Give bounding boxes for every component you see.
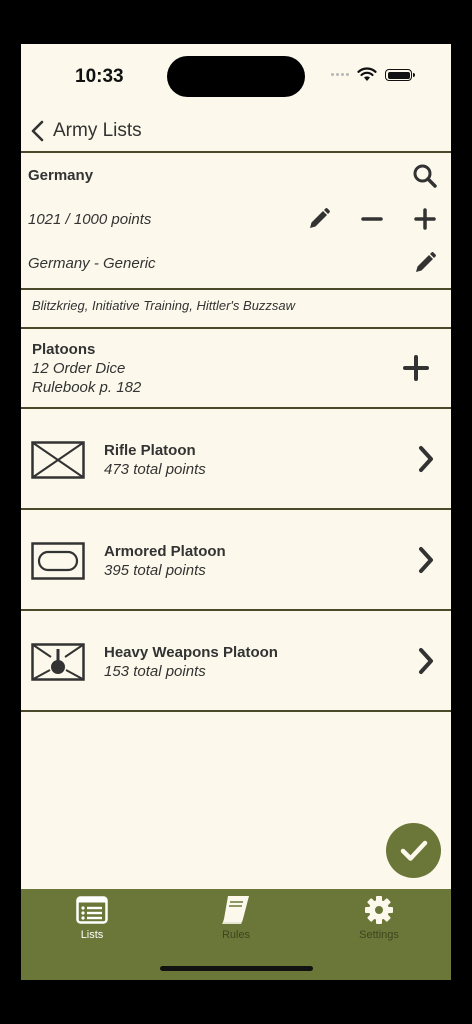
platoon-name: Rifle Platoon xyxy=(104,442,196,459)
special-rules: Blitzkrieg, Initiative Training, Hittler… xyxy=(32,298,296,313)
divider xyxy=(21,288,451,290)
home-indicator xyxy=(160,966,313,971)
heavy-weapons-symbol-icon xyxy=(31,643,85,681)
tab-bar: Lists Rules Settings xyxy=(21,889,451,980)
platoon-row-heavy-weapons[interactable]: Heavy Weapons Platoon 153 total points xyxy=(21,611,451,710)
platoon-row-armored[interactable]: Armored Platoon 395 total points xyxy=(21,510,451,609)
rulebook-reference: Rulebook p. 182 xyxy=(32,379,142,396)
platoon-name: Armored Platoon xyxy=(104,543,226,560)
increase-points-button[interactable] xyxy=(412,206,438,232)
gear-icon xyxy=(365,896,393,924)
list-icon xyxy=(76,896,108,924)
dynamic-island xyxy=(167,56,305,97)
wifi-icon xyxy=(357,67,377,81)
book-icon xyxy=(222,896,249,924)
cellular-signal-icon xyxy=(331,73,351,91)
tab-lists[interactable]: Lists xyxy=(37,889,147,949)
search-icon xyxy=(413,164,437,188)
edit-selector-button[interactable] xyxy=(412,250,438,276)
platoon-row-rifle[interactable]: Rifle Platoon 473 total points xyxy=(21,409,451,508)
add-platoon-button[interactable] xyxy=(402,354,430,382)
order-dice-count: 12 Order Dice xyxy=(32,360,126,377)
decrease-points-button[interactable] xyxy=(359,206,385,232)
divider xyxy=(21,710,451,712)
battery-icon xyxy=(385,69,415,81)
platoon-name: Heavy Weapons Platoon xyxy=(104,644,278,661)
chevron-right-icon xyxy=(419,446,433,472)
minus-icon xyxy=(361,217,383,221)
tab-settings[interactable]: Settings xyxy=(324,889,434,949)
chevron-left-icon xyxy=(31,120,44,142)
armor-symbol-icon xyxy=(31,542,85,580)
tab-rules[interactable]: Rules xyxy=(181,889,291,949)
plus-icon xyxy=(414,208,436,230)
back-button[interactable]: Army Lists xyxy=(29,114,142,148)
plus-icon xyxy=(403,355,429,381)
platoon-points: 473 total points xyxy=(104,461,206,478)
tab-label: Lists xyxy=(80,929,104,941)
checkmark-icon xyxy=(400,840,427,861)
search-button[interactable] xyxy=(411,162,439,190)
army-selector: Germany - Generic xyxy=(28,255,156,272)
confirm-button[interactable] xyxy=(386,823,441,878)
tab-label: Rules xyxy=(221,929,251,941)
edit-points-button[interactable] xyxy=(306,206,332,232)
tab-label: Settings xyxy=(359,929,399,941)
status-bar: 10:33 xyxy=(21,44,451,110)
platoons-title: Platoons xyxy=(32,341,96,358)
chevron-right-icon xyxy=(419,547,433,573)
pencil-icon xyxy=(416,252,436,272)
platoon-points: 395 total points xyxy=(104,562,206,579)
navigation-bar: Army Lists xyxy=(21,110,451,152)
status-time: 10:33 xyxy=(75,66,124,87)
platoon-points: 153 total points xyxy=(104,663,206,680)
pencil-icon xyxy=(310,208,330,228)
app-screen: 10:33 Army Lists Germany 1021 / 1000 poi… xyxy=(21,44,451,980)
back-button-label: Army Lists xyxy=(53,120,142,141)
chevron-right-icon xyxy=(419,648,433,674)
infantry-symbol-icon xyxy=(31,441,85,479)
army-name: Germany xyxy=(28,167,94,184)
divider xyxy=(21,327,451,329)
divider xyxy=(21,151,451,153)
army-points: 1021 / 1000 points xyxy=(28,211,152,228)
